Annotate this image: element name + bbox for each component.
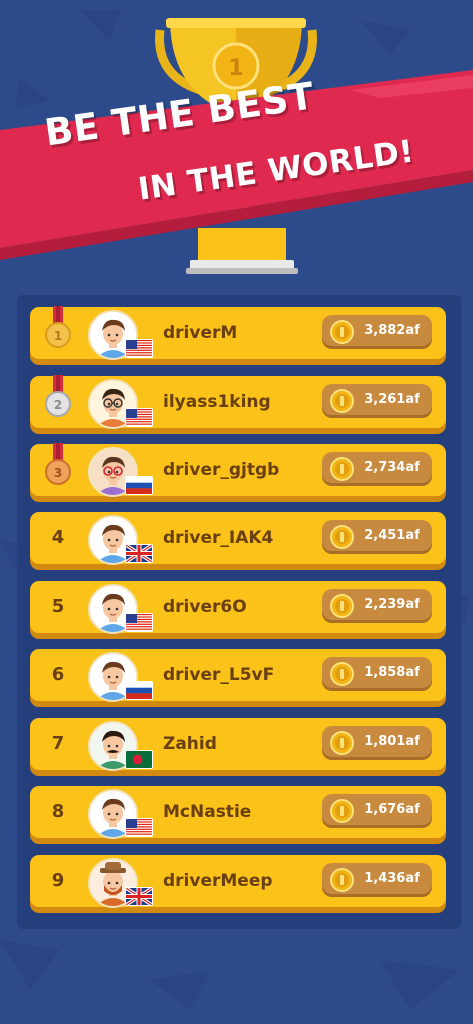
silver-medal-icon: 2 [43, 371, 73, 423]
player-name: ilyass1king [163, 392, 271, 412]
leaderboard-panel: 1 driverM 3,882af 2 ilyass1king 3,261af 3 drive… [17, 295, 461, 929]
svg-text:2: 2 [54, 398, 62, 412]
score-value: 2,239af [364, 597, 420, 612]
leaderboard-row[interactable]: 2 ilyass1king 3,261af [30, 375, 446, 429]
player-name: driverM [163, 323, 238, 343]
score-pill: 1,801af [322, 726, 432, 760]
score-pill: 1,436af [322, 863, 432, 897]
svg-text:1: 1 [54, 329, 62, 343]
flag-us-icon [125, 408, 153, 427]
coin-icon [330, 457, 354, 481]
score-value: 2,451af [364, 528, 420, 543]
coin-icon [330, 799, 354, 823]
rank-number: 8 [51, 801, 65, 822]
flag-ru-icon [125, 476, 153, 495]
flag-bd-icon [125, 750, 153, 769]
flag-gb-icon [125, 887, 153, 906]
leaderboard-row[interactable]: 1 driverM 3,882af [30, 306, 446, 360]
coin-icon [330, 868, 354, 892]
leaderboard-row[interactable]: 7 Zahid 1,801af [30, 718, 446, 771]
coin-icon [330, 389, 354, 413]
player-name: driver_gjtgb [163, 460, 280, 480]
score-value: 1,858af [364, 665, 420, 680]
score-pill: 2,451af [322, 520, 432, 554]
rank-number: 9 [51, 870, 65, 891]
score-pill: 2,239af [322, 589, 432, 623]
leaderboard-row[interactable]: 3 driver_gjtgb 2,734af [30, 443, 446, 497]
bronze-medal-icon: 3 [43, 439, 73, 491]
leaderboard-row[interactable]: 9 driverMeep 1,436af [30, 855, 446, 908]
score-value: 1,676af [364, 802, 420, 817]
leaderboard-row[interactable]: 4 driver_IAK4 2,451af [30, 512, 446, 565]
coin-icon [330, 662, 354, 686]
coin-icon [330, 320, 354, 344]
flag-us-icon [125, 613, 153, 632]
score-pill: 3,882af [322, 315, 432, 349]
flag-gb-icon [125, 544, 153, 563]
flag-us-icon [125, 818, 153, 837]
svg-text:3: 3 [54, 466, 62, 480]
coin-icon [330, 594, 354, 618]
player-name: driverMeep [163, 871, 273, 891]
coin-icon [330, 731, 354, 755]
score-pill: 1,858af [322, 657, 432, 691]
score-value: 3,261af [364, 392, 420, 407]
rank-number: 4 [51, 527, 65, 548]
rank-number: 6 [51, 664, 65, 685]
rank-number: 5 [51, 596, 65, 617]
score-pill: 2,734af [322, 452, 432, 486]
score-pill: 1,676af [322, 794, 432, 828]
score-pill: 3,261af [322, 384, 432, 418]
rank-number: 7 [51, 733, 65, 754]
score-value: 3,882af [364, 323, 420, 338]
player-name: driver6O [163, 597, 247, 617]
flag-us-icon [125, 339, 153, 358]
gold-medal-icon: 1 [43, 302, 73, 354]
score-value: 1,801af [364, 734, 420, 749]
score-value: 2,734af [364, 460, 420, 475]
player-name: driver_IAK4 [163, 528, 274, 548]
leaderboard-row[interactable]: 8 McNastie 1,676af [30, 786, 446, 839]
coin-icon [330, 525, 354, 549]
player-name: Zahid [163, 734, 217, 754]
flag-ru-icon [125, 681, 153, 700]
player-name: driver_L5vF [163, 665, 275, 685]
leaderboard-row[interactable]: 6 driver_L5vF 1,858af [30, 649, 446, 702]
leaderboard-row[interactable]: 5 driver6O 2,239af [30, 581, 446, 634]
score-value: 1,436af [364, 871, 420, 886]
player-name: McNastie [163, 802, 252, 822]
